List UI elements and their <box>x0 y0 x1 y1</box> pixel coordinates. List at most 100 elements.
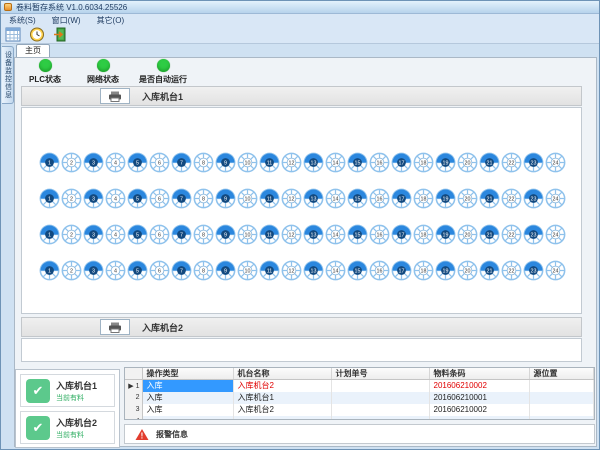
roll-slot-icon: 21 <box>479 224 500 245</box>
status-item-1: 网络状态 <box>81 59 125 85</box>
cell-plan-no[interactable] <box>331 380 429 392</box>
svg-text:4: 4 <box>114 160 117 166</box>
machine-card-1[interactable]: ✔ 入库机台1 当前有料 <box>20 374 115 407</box>
roll-slot-3-18: 18 <box>413 224 434 245</box>
side-panel-tab-label: 设备监控信息 <box>3 51 13 99</box>
svg-text:22: 22 <box>509 160 515 166</box>
roll-slot-2-7: 7 <box>171 188 192 209</box>
roll-slot-3-5: 5 <box>127 224 148 245</box>
cell-op-type[interactable] <box>142 416 233 421</box>
roll-slot-3-17: 17 <box>391 224 412 245</box>
cell-op-type[interactable]: 入库 <box>142 392 233 404</box>
status-label: 网络状态 <box>87 74 119 85</box>
machine-card-title: 入库机台2 <box>56 416 97 429</box>
roll-slot-icon: 2 <box>61 152 82 173</box>
cell-op-type[interactable]: 入库 <box>142 380 233 392</box>
cell-plan-no[interactable] <box>331 416 429 421</box>
cell-op-type[interactable]: 入库 <box>142 404 233 416</box>
roll-slot-icon: 9 <box>215 260 236 281</box>
roll-slot-icon: 20 <box>457 152 478 173</box>
table-row-1[interactable]: ▶ 1入库入库机台2 201606210002 <box>125 380 594 392</box>
roll-slot-1-23: 23 <box>523 152 544 173</box>
svg-text:9: 9 <box>224 196 227 202</box>
roll-slot-2-11: 11 <box>259 188 280 209</box>
roll-slot-icon: 3 <box>83 260 104 281</box>
side-panel-tab[interactable]: 设备监控信息 <box>2 46 14 104</box>
cell-machine-name[interactable]: 入库机台1 <box>233 392 331 404</box>
svg-text:17: 17 <box>399 232 405 238</box>
roll-slot-icon: 17 <box>391 188 412 209</box>
cell-barcode[interactable]: 201606210002 <box>429 404 529 416</box>
table-row-2[interactable]: 2入库入库机台1 201606210001 <box>125 392 594 404</box>
column-header-1[interactable]: 机台名称 <box>233 368 331 380</box>
header-row-selector <box>125 368 142 380</box>
cell-machine-name[interactable]: 入库机台2 <box>233 380 331 392</box>
cell-barcode[interactable]: 201606210002 <box>429 380 529 392</box>
roll-slot-1-19: 19 <box>435 152 456 173</box>
svg-text:21: 21 <box>487 232 493 238</box>
cell-plan-no[interactable] <box>331 392 429 404</box>
cell-source-loc[interactable] <box>529 416 594 421</box>
cell-source-loc[interactable] <box>529 392 594 404</box>
calendar-button[interactable] <box>4 27 22 43</box>
roll-slot-icon: 14 <box>325 260 346 281</box>
row-selector-cell[interactable]: 2 <box>125 392 142 404</box>
machine-card-2[interactable]: ✔ 入库机台2 当前有料 <box>20 411 115 444</box>
column-header-2[interactable]: 计划单号 <box>331 368 429 380</box>
alarm-bar[interactable]: ! 报警信息 <box>124 424 595 444</box>
menu-window[interactable]: 窗口(W) <box>52 15 81 26</box>
column-header-3[interactable]: 物料条码 <box>429 368 529 380</box>
svg-text:10: 10 <box>245 196 251 202</box>
print-button-station1[interactable] <box>100 88 130 104</box>
column-header-4[interactable]: 源位置 <box>529 368 594 380</box>
printer-icon <box>108 322 122 333</box>
status-dot <box>97 59 110 72</box>
roll-slot-3-1: 1 <box>39 224 60 245</box>
roll-slot-2-20: 20 <box>457 188 478 209</box>
cell-barcode[interactable] <box>429 416 529 421</box>
roll-slot-2-5: 5 <box>127 188 148 209</box>
menu-system[interactable]: 系统(S) <box>9 15 36 26</box>
cell-machine-name[interactable]: 入库机台2 <box>233 404 331 416</box>
print-button-station2[interactable] <box>100 319 130 335</box>
roll-slot-1-5: 5 <box>127 152 148 173</box>
roll-slot-1-17: 17 <box>391 152 412 173</box>
station2-roll-panel <box>21 338 582 362</box>
roll-slot-4-7: 7 <box>171 260 192 281</box>
row-selector-cell[interactable]: 4 <box>125 416 142 421</box>
table-row-3[interactable]: 3入库入库机台2 201606210002 <box>125 404 594 416</box>
roll-slot-4-1: 1 <box>39 260 60 281</box>
roll-slot-icon: 17 <box>391 152 412 173</box>
roll-row-3: 1 2 3 4 5 6 7 <box>39 224 581 245</box>
roll-slot-icon: 8 <box>193 152 214 173</box>
svg-text:1: 1 <box>48 196 51 202</box>
row-selector-cell[interactable]: ▶ 1 <box>125 380 142 392</box>
row-selector-cell[interactable]: 3 <box>125 404 142 416</box>
roll-slot-2-1: 1 <box>39 188 60 209</box>
roll-slot-icon: 16 <box>369 260 390 281</box>
menu-other[interactable]: 其它(O) <box>97 15 125 26</box>
task-table: 操作类型机台名称计划单号物料条码源位置 ▶ 1入库入库机台2 2016062100… <box>125 368 594 420</box>
roll-slot-icon: 7 <box>171 152 192 173</box>
clock-button[interactable] <box>28 27 46 43</box>
column-header-0[interactable]: 操作类型 <box>142 368 233 380</box>
cell-barcode[interactable]: 201606210001 <box>429 392 529 404</box>
menu-bar: 系统(S) 窗口(W) 其它(O) <box>1 14 599 26</box>
svg-text:20: 20 <box>465 268 471 274</box>
table-row-4[interactable]: 4 <box>125 416 594 421</box>
roll-slot-icon: 11 <box>259 188 280 209</box>
roll-slot-icon: 20 <box>457 188 478 209</box>
tab-home[interactable]: 主页 <box>16 44 50 57</box>
roll-slot-icon: 2 <box>61 260 82 281</box>
roll-slot-icon: 19 <box>435 260 456 281</box>
cell-source-loc[interactable] <box>529 404 594 416</box>
svg-text:7: 7 <box>180 160 183 166</box>
roll-slot-icon: 4 <box>105 224 126 245</box>
cell-machine-name[interactable] <box>233 416 331 421</box>
roll-slot-icon: 11 <box>259 224 280 245</box>
cell-plan-no[interactable] <box>331 404 429 416</box>
cell-source-loc[interactable] <box>529 380 594 392</box>
roll-slot-3-3: 3 <box>83 224 104 245</box>
roll-slot-1-3: 3 <box>83 152 104 173</box>
exit-button[interactable] <box>52 27 70 43</box>
